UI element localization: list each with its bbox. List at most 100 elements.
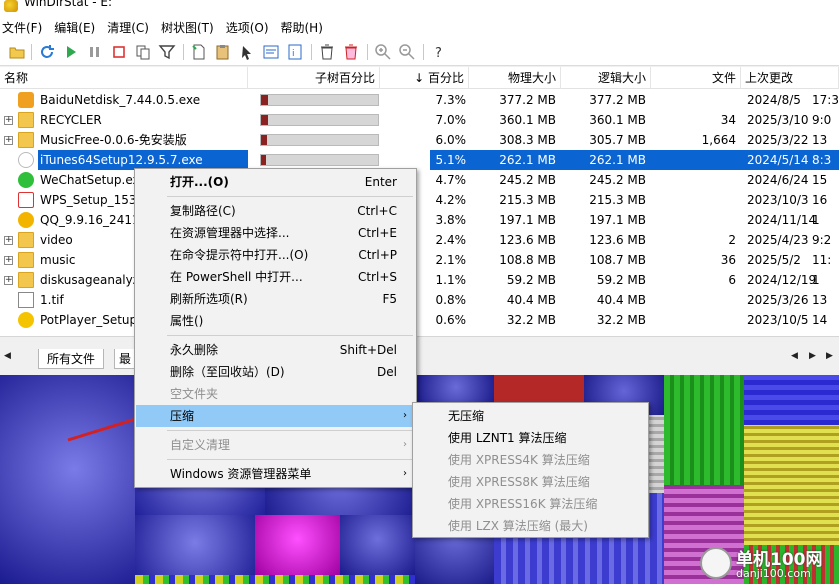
play-icon[interactable]	[62, 43, 80, 61]
zoom-out-icon[interactable]	[398, 43, 416, 61]
expand-toggle-icon[interactable]: +	[4, 236, 13, 245]
menu-item-label: 使用 XPRESS16K 算法压缩	[448, 497, 598, 511]
row-physical-size: 377.2 MB	[499, 93, 556, 107]
row-modified-time: 1	[812, 273, 820, 287]
context-menu-item[interactable]: 空文件夹	[136, 383, 415, 405]
zoom-in-icon[interactable]	[374, 43, 392, 61]
table-row[interactable]: + MusicFree-0.0.6-免安装版 6.0% 308.3 MB 305.7 M…	[0, 130, 839, 150]
context-menu-item[interactable]: 复制路径(C) Ctrl+C	[136, 200, 415, 222]
menu-item-label: 使用 LZX 算法压缩 (最大)	[448, 519, 588, 533]
paste-icon[interactable]	[214, 43, 232, 61]
folder-icon	[18, 272, 34, 288]
context-menu-item[interactable]: 自定义清理 ›	[136, 434, 415, 456]
table-row[interactable]: + diskusageanalyz 1.1% 59.2 MB 59.2 MB 6 2024/…	[0, 270, 839, 290]
delete-icon[interactable]	[318, 43, 336, 61]
menu-edit[interactable]: 编辑(E)	[52, 18, 101, 38]
table-row[interactable]: WeChatSetup.exe 4.7% 245.2 MB 245.2 MB 2024/…	[0, 170, 839, 190]
context-menu-item[interactable]: 在资源管理器中选择... Ctrl+E	[136, 222, 415, 244]
menu-item-label: 打开...(O)	[170, 175, 229, 189]
menu-treemap[interactable]: 树状图(T)	[159, 18, 220, 38]
menu-help[interactable]: 帮助(H)	[279, 18, 329, 38]
row-files	[651, 310, 736, 330]
row-physical-size: 123.6 MB	[499, 233, 556, 247]
table-row[interactable]: 1.tif 0.8% 40.4 MB 40.4 MB 2025/3/26 13	[0, 290, 839, 310]
row-modified-date: 2023/10/3	[747, 193, 809, 207]
tab-scroll-left-icon[interactable]: ◀	[791, 351, 798, 361]
compress-menu-item[interactable]: 使用 LZX 算法压缩 (最大)	[414, 515, 647, 537]
table-row[interactable]: QQ_9.9.16_2411 3.8% 197.1 MB 197.1 MB 2024/1…	[0, 210, 839, 230]
wechat-icon	[18, 172, 34, 188]
stop-icon[interactable]	[110, 43, 128, 61]
compress-menu-item[interactable]: 使用 LZNT1 算法压缩	[414, 427, 647, 449]
table-row[interactable]: + RECYCLER 7.0% 360.1 MB 360.1 MB 34 2025/3/10…	[0, 110, 839, 130]
copy-path-icon[interactable]	[134, 43, 152, 61]
tab-all-files[interactable]: 所有文件	[38, 349, 105, 369]
compress-menu-item[interactable]: 无压缩	[414, 405, 647, 427]
expand-toggle-icon[interactable]: +	[4, 276, 13, 285]
context-menu-item[interactable]: 打开...(O) Enter	[136, 171, 415, 193]
header-name[interactable]: 名称	[0, 67, 248, 89]
context-menu-item[interactable]: 压缩 ›	[136, 405, 415, 427]
context-menu-item[interactable]: Windows 资源管理器菜单 ›	[136, 463, 415, 485]
menu-options[interactable]: 选项(O)	[224, 18, 275, 38]
context-menu-item[interactable]: 在命令提示符中打开...(O) Ctrl+P	[136, 244, 415, 266]
properties-icon[interactable]	[262, 43, 280, 61]
row-files	[651, 90, 736, 110]
expand-toggle-icon[interactable]: +	[4, 136, 13, 145]
info-icon[interactable]: i	[286, 43, 304, 61]
menu-item-label: 在资源管理器中选择...	[170, 226, 290, 240]
table-row[interactable]: BaiduNetdisk_7.44.0.5.exe 7.3% 377.2 MB 377…	[0, 90, 839, 110]
delete-permanent-icon[interactable]	[342, 43, 360, 61]
scroll-right-icon[interactable]: ▶	[826, 351, 833, 361]
table-row[interactable]: PotPlayer_Setup_ 0.6% 32.2 MB 32.2 MB 2023/1…	[0, 310, 839, 330]
context-menu-item[interactable]: 永久删除 Shift+Del	[136, 339, 415, 361]
tif-file-icon	[18, 292, 34, 308]
menu-file[interactable]: 文件(F)	[0, 18, 48, 38]
header-physical-size[interactable]: 物理大小	[469, 67, 561, 89]
menu-separator	[167, 335, 413, 336]
menu-item-shortcut: Enter	[364, 175, 397, 189]
compress-menu-item[interactable]: 使用 XPRESS4K 算法压缩	[414, 449, 647, 471]
row-modified-time: 11:	[812, 253, 832, 267]
header-percent[interactable]: ↓ 百分比	[380, 67, 469, 89]
menu-cleanup[interactable]: 清理(C)	[105, 18, 155, 38]
row-logical-size: 108.7 MB	[589, 253, 646, 267]
context-menu-item[interactable]: 在 PowerShell 中打开... Ctrl+S	[136, 266, 415, 288]
context-menu-item[interactable]: 删除（至回收站）(D) Del	[136, 361, 415, 383]
row-modified-date: 2024/6/24	[747, 173, 809, 187]
row-modified-date: 2024/12/19	[747, 273, 817, 287]
itunes-installer-icon	[18, 152, 34, 168]
menu-item-label: 在命令提示符中打开...(O)	[170, 248, 309, 262]
row-physical-size: 197.1 MB	[499, 213, 556, 227]
header-logical-size[interactable]: 逻辑大小	[561, 67, 651, 89]
table-row[interactable]: iTunes64Setup12.9.5.7.exe 5.1% 262.1 MB 262…	[0, 150, 839, 170]
row-logical-size: 360.1 MB	[589, 113, 646, 127]
new-file-icon[interactable]	[190, 43, 208, 61]
tab-scroll-right-icon[interactable]: ▶	[809, 351, 816, 361]
scroll-left-icon[interactable]: ◀	[4, 351, 11, 361]
expand-toggle-icon[interactable]: +	[4, 256, 13, 265]
header-files[interactable]: 文件	[651, 67, 741, 89]
row-name: MusicFree-0.0.6-免安装版	[40, 133, 187, 147]
row-name: RECYCLER	[40, 113, 102, 127]
context-menu-item[interactable]: 刷新所选项(R) F5	[136, 288, 415, 310]
refresh-icon[interactable]	[38, 43, 56, 61]
help-icon[interactable]: ?	[430, 43, 448, 61]
compress-menu-item[interactable]: 使用 XPRESS16K 算法压缩	[414, 493, 647, 515]
svg-text:i: i	[292, 49, 295, 59]
expand-toggle-icon[interactable]: +	[4, 116, 13, 125]
pause-icon[interactable]	[86, 43, 104, 61]
header-last-modified[interactable]: 上次更改	[741, 67, 839, 89]
table-row[interactable]: + video 2.4% 123.6 MB 123.6 MB 2 2025/4/23 9:2	[0, 230, 839, 250]
compress-menu-item[interactable]: 使用 XPRESS8K 算法压缩	[414, 471, 647, 493]
row-logical-size: 245.2 MB	[589, 173, 646, 187]
header-subtree-percent[interactable]: 子树百分比	[248, 67, 380, 89]
row-logical-size: 197.1 MB	[589, 213, 646, 227]
context-menu-item[interactable]: 属性()	[136, 310, 415, 332]
open-folder-icon[interactable]	[8, 43, 26, 61]
menu-item-shortcut: Ctrl+P	[358, 248, 397, 262]
filter-icon[interactable]	[158, 43, 176, 61]
select-icon[interactable]	[238, 43, 256, 61]
table-row[interactable]: + music 2.1% 108.8 MB 108.7 MB 36 2025/5/2 11:	[0, 250, 839, 270]
table-row[interactable]: WPS_Setup_1537 4.2% 215.3 MB 215.3 MB 2023/1…	[0, 190, 839, 210]
